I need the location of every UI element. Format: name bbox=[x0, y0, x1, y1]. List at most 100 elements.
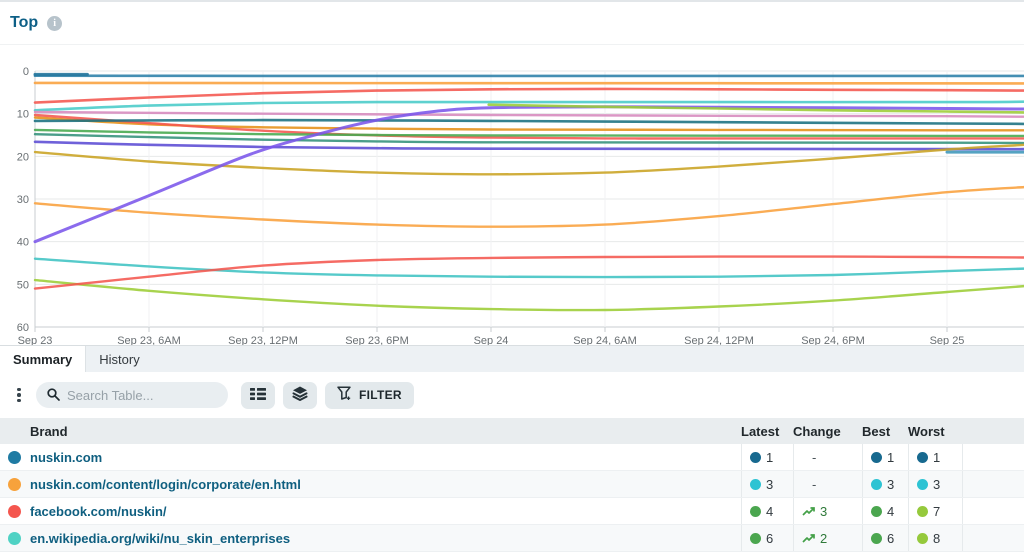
svg-text:Sep 24, 12PM: Sep 24, 12PM bbox=[684, 335, 754, 345]
chart-line[interactable] bbox=[33, 87, 1024, 104]
brand-link[interactable]: nuskin.com bbox=[30, 450, 102, 465]
col-change[interactable]: Change bbox=[793, 418, 862, 444]
series-color-dot bbox=[8, 477, 21, 491]
table-row[interactable]: nuskin.com/content/login/corporate/en.ht… bbox=[0, 471, 1024, 498]
search-icon bbox=[46, 387, 61, 407]
col-brand[interactable]: Brand bbox=[30, 418, 741, 444]
svg-text:50: 50 bbox=[17, 279, 29, 291]
tab-bar: Summary History bbox=[0, 345, 1024, 372]
chart-svg: 0 10 20 30 40 50 60Sep 23 Sep 23, 6AM Sep 23, 12… bbox=[17, 66, 1024, 345]
rank-value: 3 bbox=[887, 476, 895, 492]
worst-cell: 3 bbox=[908, 471, 962, 497]
change-value: - bbox=[812, 449, 817, 465]
more-options-menu[interactable] bbox=[12, 382, 26, 408]
table-row[interactable]: facebook.com/nuskin/ 4 3 4 7 bbox=[0, 498, 1024, 525]
info-icon[interactable]: i bbox=[47, 15, 63, 31]
brand-link[interactable]: facebook.com/nuskin/ bbox=[30, 504, 167, 519]
change-value: 3 bbox=[820, 503, 828, 519]
layers-icon bbox=[292, 386, 308, 404]
chart-line[interactable] bbox=[33, 257, 1024, 279]
row-color-cell bbox=[0, 444, 30, 470]
worst-cell: 8 bbox=[908, 525, 962, 551]
best-cell: 6 bbox=[862, 525, 908, 551]
change-cell: - bbox=[793, 471, 862, 497]
chart-line[interactable] bbox=[33, 110, 1024, 118]
rank-value: 1 bbox=[766, 449, 774, 465]
search-input[interactable] bbox=[36, 382, 228, 408]
rank-dot bbox=[750, 478, 761, 490]
change-cell: 3 bbox=[793, 498, 862, 524]
svg-text:Sep 24, 6PM: Sep 24, 6PM bbox=[801, 335, 865, 345]
svg-text:Sep 24, 6AM: Sep 24, 6AM bbox=[573, 335, 637, 345]
worst-cell: 7 bbox=[908, 498, 962, 524]
change-cell: 2 bbox=[793, 525, 862, 551]
rank-dot bbox=[917, 532, 928, 544]
table-row[interactable]: en.wikipedia.org/wiki/nu_skin_enterprise… bbox=[0, 525, 1024, 552]
column-visibility-button[interactable] bbox=[241, 381, 275, 409]
rank-dot bbox=[750, 532, 761, 544]
table-body: nuskin.com 1 - 1 1 nuskin.com/content/lo… bbox=[0, 444, 1024, 552]
rank-value: 1 bbox=[933, 449, 941, 465]
brand-link[interactable]: nuskin.com/content/login/corporate/en.ht… bbox=[30, 477, 301, 492]
svg-text:Sep 23, 6PM: Sep 23, 6PM bbox=[345, 335, 409, 345]
row-color-cell bbox=[0, 498, 30, 524]
series-color-dot bbox=[8, 531, 21, 545]
svg-text:Sep 23, 6AM: Sep 23, 6AM bbox=[117, 335, 181, 345]
col-latest[interactable]: Latest bbox=[741, 418, 793, 444]
svg-text:Sep 23, 12PM: Sep 23, 12PM bbox=[228, 335, 298, 345]
table-toolbar: FILTER bbox=[0, 372, 1024, 418]
rank-dot bbox=[871, 532, 882, 544]
table-header: Brand Latest Change Best Worst bbox=[0, 418, 1024, 444]
chart-line[interactable] bbox=[33, 118, 1024, 126]
filter-funnel-icon bbox=[337, 386, 353, 404]
filter-button[interactable]: FILTER bbox=[325, 381, 414, 409]
rank-value: 3 bbox=[933, 476, 941, 492]
spacer-cell bbox=[962, 471, 1024, 497]
rank-dot bbox=[871, 451, 882, 463]
rank-value: 8 bbox=[933, 530, 941, 546]
rank-dot bbox=[750, 505, 761, 517]
tab-summary[interactable]: Summary bbox=[0, 346, 87, 372]
layers-button[interactable] bbox=[283, 381, 317, 409]
col-spacer bbox=[962, 418, 1024, 444]
latest-cell: 6 bbox=[741, 525, 793, 551]
rank-dot bbox=[750, 451, 761, 463]
chart-line[interactable] bbox=[33, 81, 1024, 85]
spacer-cell bbox=[962, 444, 1024, 470]
table-row[interactable]: nuskin.com 1 - 1 1 bbox=[0, 444, 1024, 471]
columns-icon bbox=[250, 387, 266, 403]
rank-value: 6 bbox=[887, 530, 895, 546]
latest-cell: 1 bbox=[741, 444, 793, 470]
trending-up-icon bbox=[802, 533, 815, 543]
summary-table: Brand Latest Change Best Worst nuskin.co… bbox=[0, 418, 1024, 552]
series-color-dot bbox=[8, 504, 21, 518]
svg-text:Sep 23: Sep 23 bbox=[18, 335, 53, 345]
svg-text:10: 10 bbox=[17, 109, 29, 121]
rank-dot bbox=[917, 505, 928, 517]
col-color bbox=[0, 418, 30, 444]
rank-tracker-panel: Top i 0 10 20 30 40 50 60 Sep 23 Sep 23, 6AM Sep … bbox=[0, 0, 1024, 554]
change-cell: - bbox=[793, 444, 862, 470]
svg-text:Sep 25: Sep 25 bbox=[930, 335, 965, 345]
latest-cell: 4 bbox=[741, 498, 793, 524]
trending-up-icon bbox=[802, 506, 815, 516]
latest-cell: 3 bbox=[741, 471, 793, 497]
series-color-dot bbox=[8, 450, 21, 464]
best-cell: 4 bbox=[862, 498, 908, 524]
rank-dot bbox=[917, 478, 928, 490]
tab-history[interactable]: History bbox=[86, 346, 152, 372]
rank-dot bbox=[871, 505, 882, 517]
rank-value: 7 bbox=[933, 503, 941, 519]
svg-text:Sep 24: Sep 24 bbox=[474, 335, 509, 345]
svg-text:0: 0 bbox=[23, 66, 29, 78]
chart-line[interactable] bbox=[33, 185, 1024, 228]
col-worst[interactable]: Worst bbox=[908, 418, 962, 444]
rank-value: 4 bbox=[887, 503, 895, 519]
rank-value: 3 bbox=[766, 476, 774, 492]
change-value: - bbox=[812, 476, 817, 492]
col-best[interactable]: Best bbox=[862, 418, 908, 444]
brand-link[interactable]: en.wikipedia.org/wiki/nu_skin_enterprise… bbox=[30, 531, 290, 546]
rank-dot bbox=[871, 478, 882, 490]
svg-text:40: 40 bbox=[17, 237, 29, 249]
svg-text:30: 30 bbox=[17, 194, 29, 206]
